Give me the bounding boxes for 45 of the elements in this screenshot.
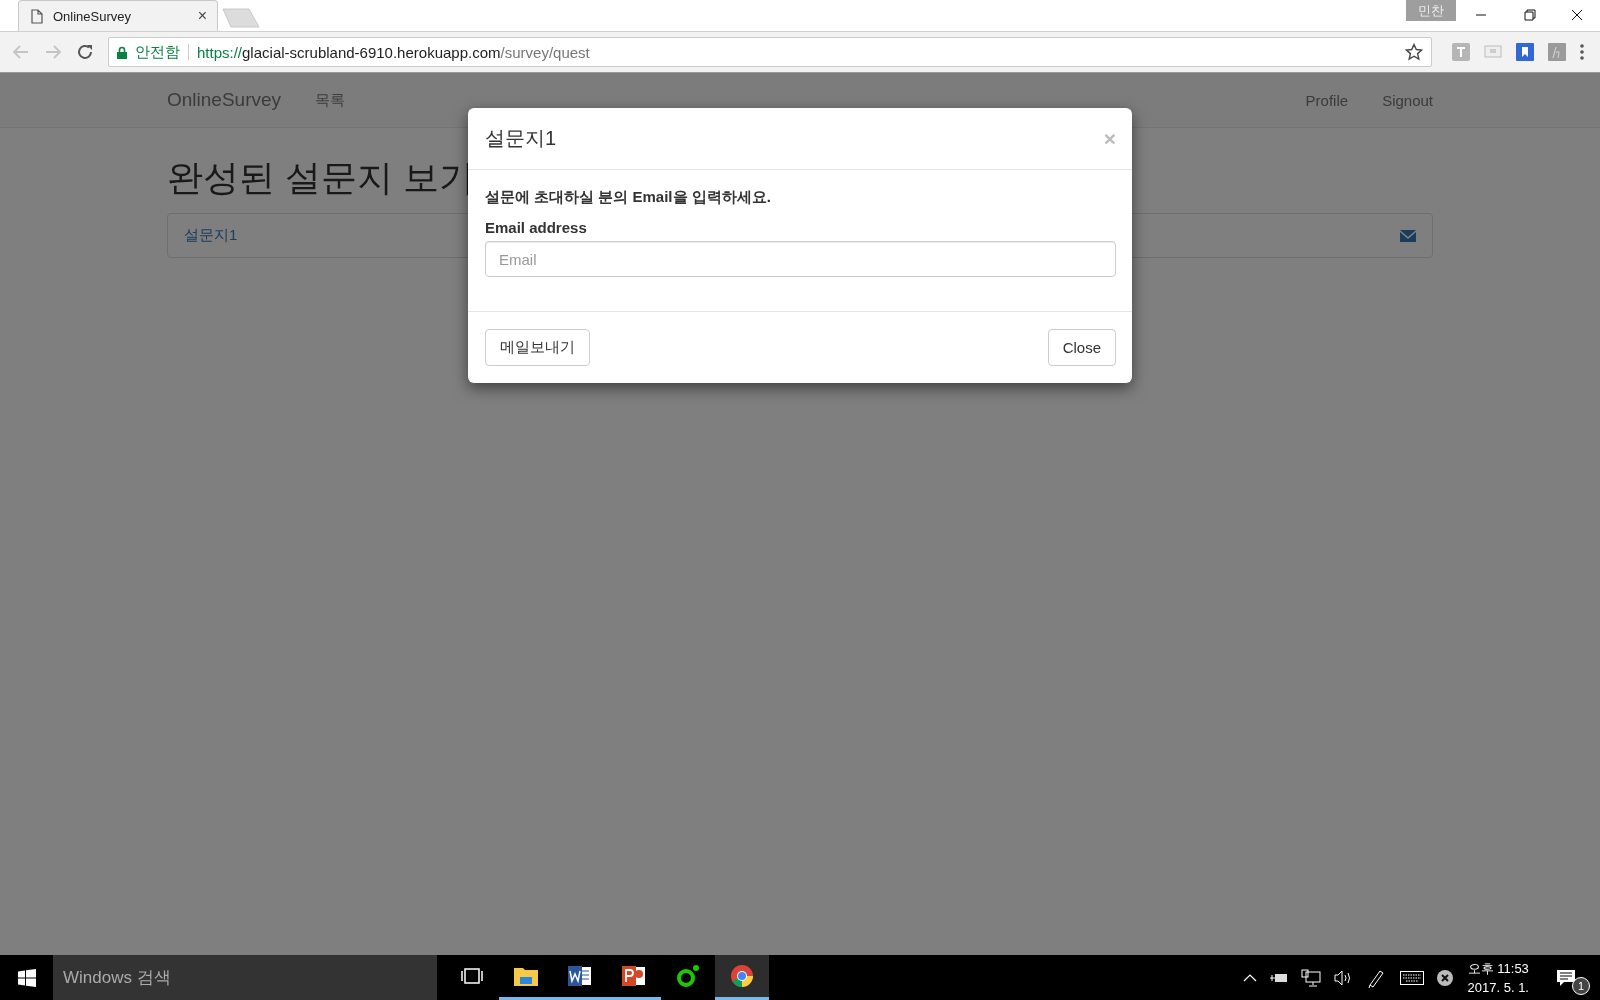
clock-time: 오후 11:53	[1467, 959, 1529, 978]
battery-icon[interactable]	[1269, 971, 1288, 984]
bookmark-icon[interactable]	[1516, 43, 1534, 61]
close-button[interactable]: ×	[1103, 126, 1116, 151]
search-field[interactable]: Windows 검색	[53, 955, 437, 1000]
reload-icon[interactable]	[76, 43, 94, 61]
menu-icon[interactable]	[1580, 44, 1584, 60]
task-view-icon	[460, 967, 484, 985]
profile-name[interactable]: 민찬	[1406, 0, 1456, 21]
page-icon	[31, 8, 43, 24]
notification-count: 1	[1572, 976, 1590, 995]
ring-icon	[676, 964, 700, 988]
brand-link[interactable]: OnlineSurvey	[167, 89, 282, 111]
chevron-up-icon[interactable]	[1242, 973, 1257, 982]
send-mail-button[interactable]: 메일보내기	[485, 329, 590, 366]
star-icon[interactable]	[1405, 43, 1423, 61]
close-tab-button[interactable]: ×	[197, 7, 207, 25]
slides-icon	[622, 965, 646, 987]
survey-link[interactable]: 설문지1	[184, 226, 238, 245]
clock-date: 2017. 5. 1.	[1467, 978, 1529, 997]
tab-title: OnlineSurvey	[53, 8, 133, 24]
email-field[interactable]: Email	[485, 241, 1116, 277]
instruction-text: 설문에 초대하실 분의 Email을 입력하세요.	[485, 188, 772, 207]
url-text: https://glacial-scrubland-6910.herokuapp.com/survey/quest	[197, 43, 590, 61]
notification-icon[interactable]	[1556, 968, 1576, 987]
close-modal-button[interactable]: Close	[1047, 329, 1116, 366]
error-icon[interactable]	[1436, 969, 1453, 986]
nav-link[interactable]: Profile	[1305, 91, 1349, 109]
network-icon[interactable]	[1300, 968, 1321, 987]
email-label: Email address	[485, 219, 588, 236]
security-label: 안전함	[135, 42, 180, 62]
taskbar-app[interactable]	[715, 955, 769, 1000]
nav-link[interactable]: Signout	[1382, 91, 1433, 109]
folder-icon	[514, 966, 538, 986]
windows-icon	[17, 968, 36, 987]
envelope-icon[interactable]	[1400, 229, 1416, 242]
browser-icon	[730, 964, 754, 988]
lock-icon	[117, 45, 127, 59]
address-bar[interactable]: 안전함 https://glacial-scrubland-6910.herokuapp.com/survey/quest	[108, 37, 1432, 67]
clock[interactable]: 오후 11:53 2017. 5. 1.	[1467, 958, 1529, 997]
browser-tab[interactable]: OnlineSurvey ×	[18, 0, 218, 31]
nav-link[interactable]: 목록	[315, 90, 346, 110]
modal-title: 설문지1	[485, 126, 557, 151]
keyboard-icon[interactable]	[1399, 970, 1424, 985]
document-icon	[568, 965, 592, 987]
